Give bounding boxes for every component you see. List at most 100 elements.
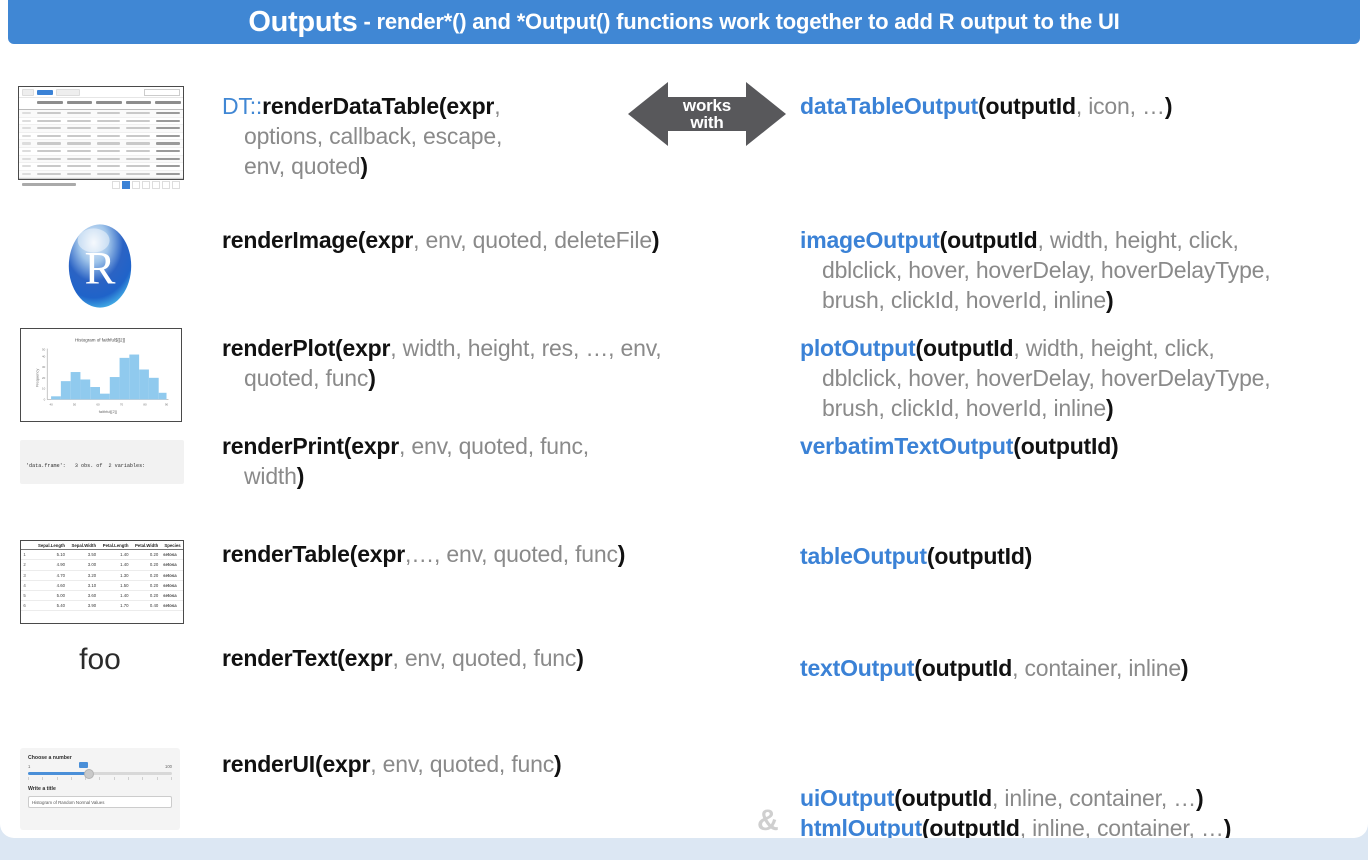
- svg-text:10: 10: [42, 387, 46, 391]
- optional-args: options, callback, escape,: [244, 122, 503, 149]
- chart-title: Histogram of faithful$[[2]]: [75, 338, 125, 343]
- function-name: textOutput: [800, 655, 915, 681]
- row-plot: Histogram of faithful$[[2]] Frequency fa…: [0, 328, 1368, 428]
- render-signature-print: renderPrint(expr, env, quoted, func, wid…: [222, 432, 782, 492]
- optional-args: width: [244, 462, 297, 489]
- optional-args: , width, height, click,: [1037, 227, 1239, 253]
- optional-args: , icon, …: [1075, 93, 1165, 119]
- function-name: renderDataTable: [262, 93, 439, 119]
- close-paren: ): [1223, 814, 1232, 838]
- close-paren: ): [576, 645, 584, 671]
- optional-args: brush, clickId, hoverId, inline: [822, 394, 1106, 421]
- render-signature-ui: renderUI(expr, env, quoted, func): [222, 750, 782, 780]
- function-name: renderUI: [222, 751, 315, 777]
- close-paren: ): [1106, 286, 1114, 313]
- slider-max: 100: [165, 764, 172, 769]
- table-row: 3 4.70 3.20 1.30 0.20 setosa: [21, 570, 183, 581]
- sig-line: env, quoted): [222, 152, 642, 182]
- function-name: plotOutput: [800, 335, 916, 361]
- open-paren: (: [1013, 433, 1021, 459]
- col-header: Sepal.Width: [67, 541, 99, 551]
- close-paren: ): [1196, 785, 1204, 811]
- output-signature-text: textOutput(outputId, container, inline): [800, 654, 1360, 684]
- sig-line: renderTable(expr,…, env, quoted, func): [222, 540, 782, 570]
- table-row: 5 5.00 3.60 1.40 0.20 setosa: [21, 590, 183, 602]
- optional-args: , env, quoted, func: [392, 645, 577, 671]
- optional-args: , container, inline: [1012, 655, 1181, 681]
- sig-line: quoted, func): [222, 364, 782, 394]
- close-paren: ): [651, 227, 660, 253]
- verbatim-line: 'data.frame': 3 obs. of 2 variables:: [26, 463, 146, 470]
- function-name: uiOutput: [800, 785, 895, 811]
- page-subtitle: - render*() and *Output() functions work…: [363, 9, 1120, 34]
- open-paren: (: [337, 645, 345, 671]
- table-row: 6 5.40 3.90 1.70 0.40 setosa: [21, 600, 183, 612]
- optional-args: , inline, container, …: [992, 785, 1197, 811]
- render-signature-datatable: DT::renderDataTable(expr, options, callb…: [222, 92, 642, 182]
- optional-args: env, quoted: [244, 152, 361, 179]
- slider-label: Choose a number: [28, 755, 72, 761]
- render-signature-plot: renderPlot(expr, width, height, res, …, …: [222, 334, 782, 394]
- outputs-card: Outputs - render*() and *Output() functi…: [0, 0, 1368, 838]
- foo-text: foo: [79, 643, 121, 676]
- row-ui: Choose a number 1 100 Write a title Hist…: [0, 748, 1368, 838]
- slider-track[interactable]: [28, 762, 172, 779]
- ui-thumbnail: Choose a number 1 100 Write a title Hist…: [20, 748, 184, 830]
- slider-value-bubble: [79, 762, 89, 768]
- sig-line: htmlOutput(outputId, inline, container, …: [800, 814, 1360, 838]
- open-paren: (: [894, 785, 902, 811]
- optional-args: brush, clickId, hoverId, inline: [822, 286, 1106, 313]
- sig-line: renderPlot(expr, width, height, res, …, …: [222, 334, 782, 364]
- svg-text:70: 70: [120, 402, 124, 406]
- function-name: renderPrint: [222, 433, 344, 459]
- close-paren: ): [296, 462, 305, 489]
- required-arg: outputId: [929, 814, 1020, 838]
- svg-text:50: 50: [42, 348, 46, 352]
- title-text-input[interactable]: Histogram of Random Normal Values: [28, 796, 172, 808]
- optional-args: , env, quoted, func: [370, 751, 554, 777]
- sig-line: dblclick, hover, hoverDelay, hoverDelayT…: [800, 256, 1360, 286]
- ampersand-connector: &: [757, 804, 779, 837]
- namespace: DT: [222, 93, 250, 119]
- sig-line: imageOutput(outputId, width, height, cli…: [800, 226, 1360, 256]
- text-input-label: Write a title: [28, 786, 56, 792]
- sig-line: plotOutput(outputId, width, height, clic…: [800, 334, 1360, 364]
- optional-args: , width, height, res, …, env,: [390, 335, 662, 361]
- namespace-operator: ::: [249, 93, 263, 119]
- open-paren: (: [939, 227, 948, 253]
- bottom-strip: [0, 838, 1368, 860]
- required-arg: expr: [344, 645, 393, 671]
- required-arg: outputId: [1020, 433, 1112, 459]
- open-paren: (: [915, 335, 924, 361]
- svg-text:50: 50: [73, 402, 77, 406]
- svg-text:20: 20: [42, 376, 46, 380]
- render-signature-image: renderImage(expr, env, quoted, deleteFil…: [222, 226, 782, 256]
- required-arg: expr: [342, 335, 391, 361]
- r-logo-icon: R: [68, 224, 132, 308]
- output-signature-image: imageOutput(outputId, width, height, cli…: [800, 226, 1360, 316]
- optional-args: dblclick, hover, hoverDelay, hoverDelayT…: [822, 256, 1271, 283]
- svg-text:30: 30: [42, 365, 46, 369]
- required-arg: expr: [351, 433, 400, 459]
- sig-line: renderImage(expr, env, quoted, deleteFil…: [222, 226, 782, 256]
- optional-args: ,…, env, quoted, func: [405, 541, 618, 567]
- row-datatable: DT::renderDataTable(expr, options, callb…: [0, 86, 1368, 196]
- col-header: Petal.Length: [98, 541, 131, 551]
- sig-line: renderUI(expr, env, quoted, func): [222, 750, 782, 780]
- col-header: Species: [160, 541, 183, 551]
- sig-line: renderPrint(expr, env, quoted, func,: [222, 432, 782, 462]
- histogram-thumbnail: Histogram of faithful$[[2]] Frequency fa…: [20, 328, 184, 422]
- optional-args: ,: [494, 93, 501, 119]
- sig-line: uiOutput(outputId, inline, container, …): [800, 784, 1360, 814]
- close-paren: ): [554, 751, 562, 777]
- sig-line: DT::renderDataTable(expr,: [222, 92, 642, 122]
- function-name: imageOutput: [800, 227, 940, 253]
- col-header: Petal.Width: [130, 541, 161, 551]
- col-header: Sepal.Length: [33, 541, 68, 551]
- sig-line: options, callback, escape,: [222, 122, 642, 152]
- verbatim-thumbnail: 'data.frame': 3 obs. of 2 variables: $ S…: [20, 440, 184, 484]
- table-header-row: Sepal.Length Sepal.Width Petal.Length Pe…: [21, 541, 183, 551]
- row-print: 'data.frame': 3 obs. of 2 variables: $ S…: [0, 432, 1368, 522]
- sig-line: tableOutput(outputId): [800, 542, 1360, 572]
- required-arg: outputId: [985, 93, 1076, 119]
